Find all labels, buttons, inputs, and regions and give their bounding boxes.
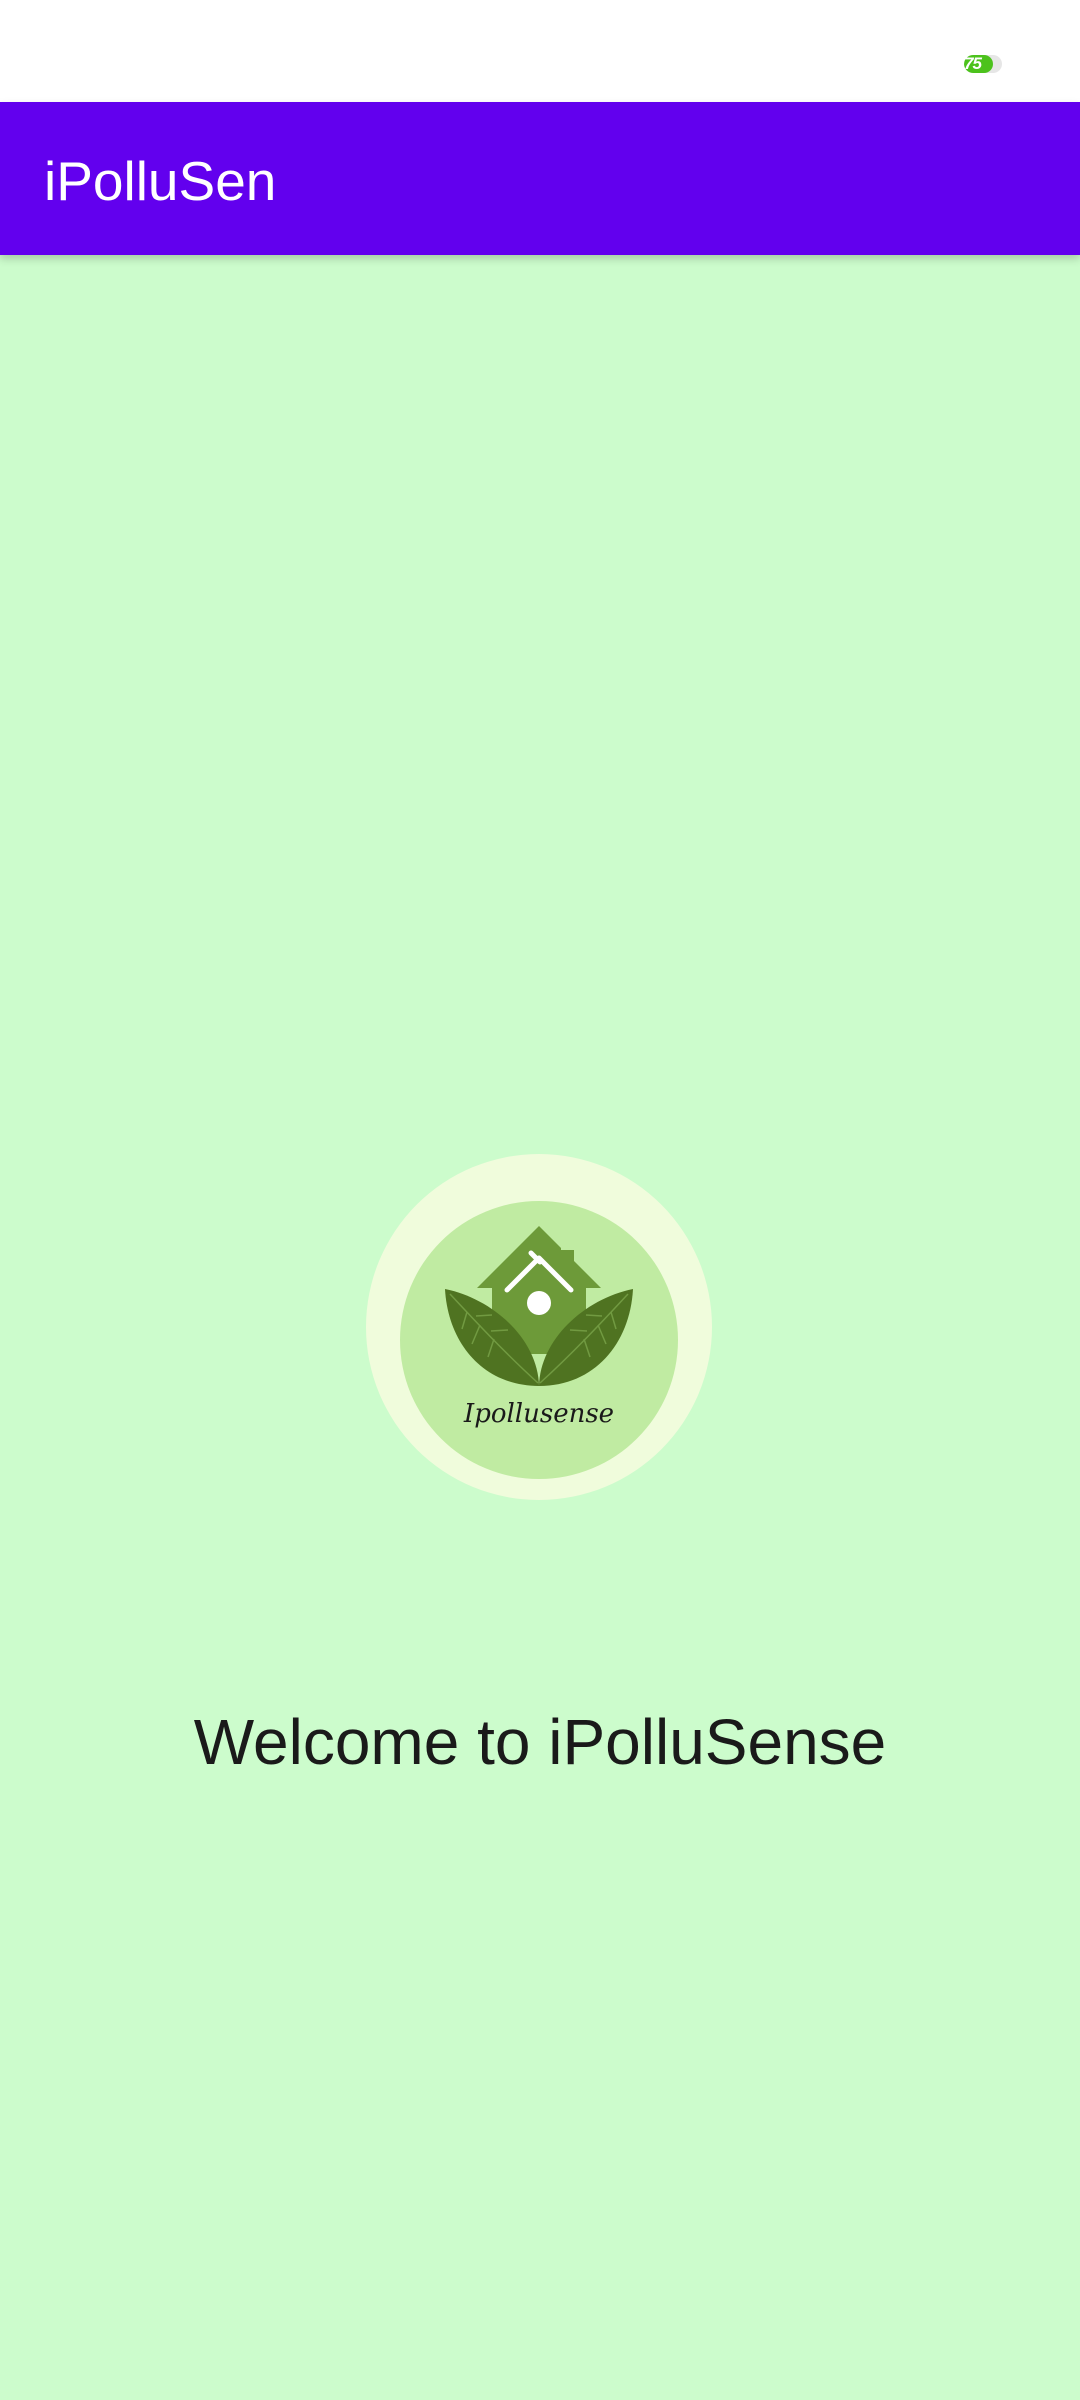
app-bar: iPolluSen <box>0 102 1080 255</box>
battery-indicator: 75 <box>964 55 1006 73</box>
battery-level-text: 75 <box>964 54 982 73</box>
app-logo: Ipollusense <box>366 1154 712 1500</box>
welcome-message: Welcome to iPolluSense <box>193 1706 887 1778</box>
status-bar: 75 <box>0 0 1080 102</box>
app-title: iPolluSen <box>44 150 277 212</box>
logo-caption: Ipollusense <box>463 1399 614 1429</box>
house-leaf-logo-icon: Ipollusense <box>366 1154 712 1500</box>
